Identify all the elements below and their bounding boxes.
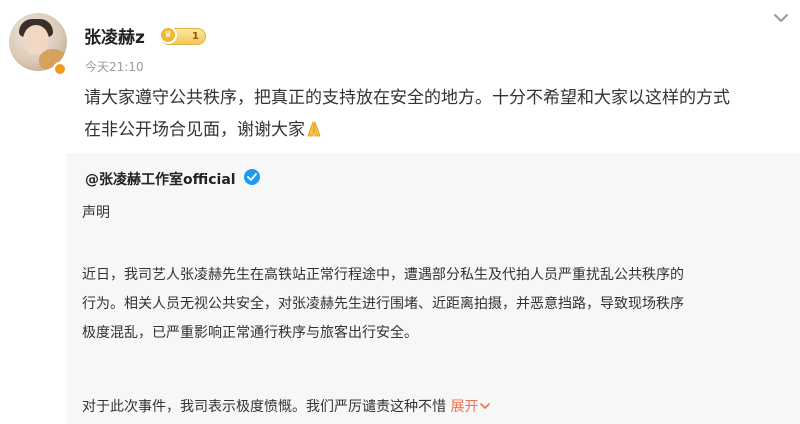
repost-author[interactable]: @张凌赫工作室official xyxy=(85,169,236,189)
repost-para1-line-1: 近日，我司艺人张凌赫先生在高铁站正常行程途中，遭遇部分私生及代拍人员严重扰乱公共… xyxy=(82,267,684,283)
crown-icon: ♛ xyxy=(159,26,177,44)
chevron-down-small-icon[interactable] xyxy=(480,393,491,409)
expand-label[interactable]: 展开 xyxy=(450,399,478,415)
repost-para1-line-3: 极度混乱，已严重影响正常通行秩序与旅客出行安全。 xyxy=(82,325,418,341)
repost-para2-text: 对于此次事件，我司表示极度愤慨。我们严厉谴责这种不惜 xyxy=(82,399,446,415)
verified-icon xyxy=(244,169,260,185)
badge-level: 1 xyxy=(192,31,199,42)
post-text-line-2-wrap: 在非公开场合见面，谢谢大家 xyxy=(84,114,784,146)
chevron-down-icon[interactable] xyxy=(772,9,790,27)
post-text-line-1: 请大家遵守公共秩序，把真正的支持放在安全的地方。十分不希望和大家以这样的方式 xyxy=(84,88,730,108)
repost-heading: 声明 xyxy=(82,205,110,221)
username[interactable]: 张凌赫z xyxy=(84,23,145,48)
repost-para1-line-2: 行为。相关人员无视公共安全，对张凌赫先生进行围堵、近距离拍摄，并恶意挡路，导致现… xyxy=(82,296,684,312)
post-text: 请大家遵守公共秩序，把真正的支持放在安全的地方。十分不希望和大家以这样的方式 在… xyxy=(84,82,784,146)
repost-paragraph-2: 对于此次事件，我司表示极度愤慨。我们严厉谴责这种不惜 展开 xyxy=(82,393,772,422)
user-level-badge[interactable]: ♛ 1 xyxy=(159,26,206,45)
post-timestamp[interactable]: 今天21:10 xyxy=(85,58,144,75)
repost-paragraph-1: 近日，我司艺人张凌赫先生在高铁站正常行程途中，遭遇部分私生及代拍人员严重扰乱公共… xyxy=(82,261,772,348)
post-text-line-2: 在非公开场合见面，谢谢大家 xyxy=(84,120,305,140)
pray-emoji-icon xyxy=(305,116,323,137)
verified-user-badge-icon xyxy=(53,62,67,76)
repost-card[interactable]: @张凌赫工作室official 声明 近日，我司艺人张凌赫先生在高铁站正常行程途… xyxy=(66,153,800,424)
expand-button[interactable]: 展开 xyxy=(450,399,491,415)
